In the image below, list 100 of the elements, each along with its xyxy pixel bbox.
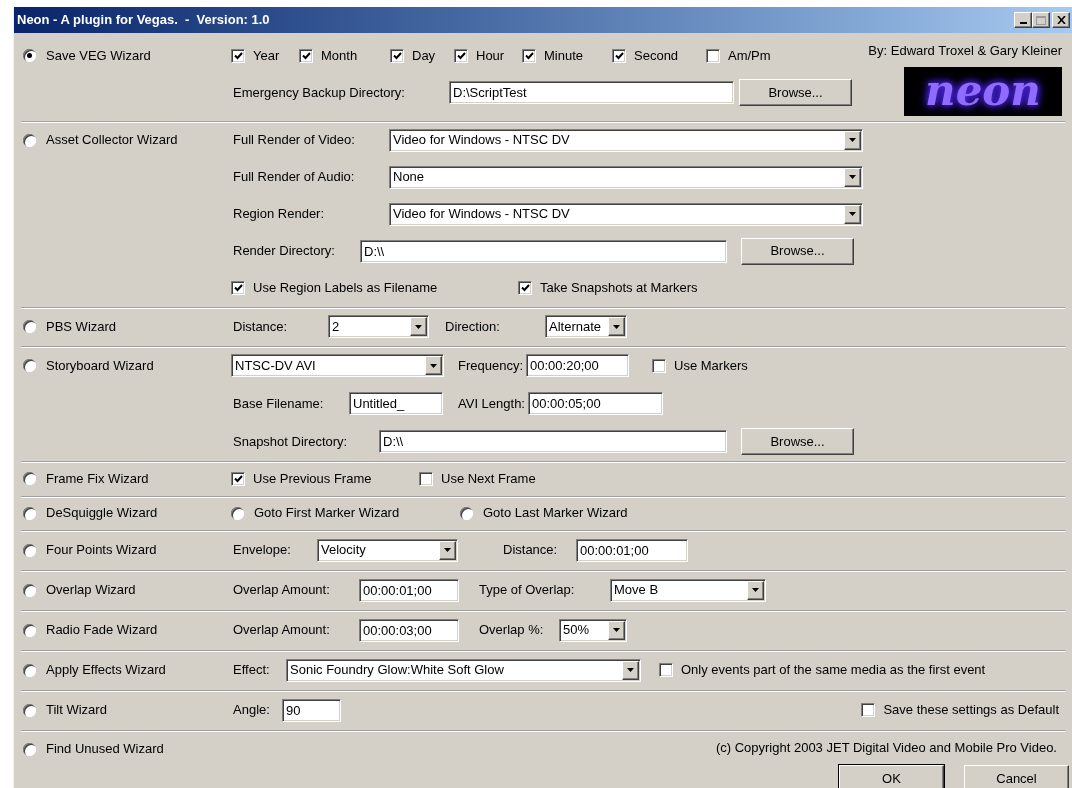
- field-label: Snapshot Directory:: [232, 433, 348, 449]
- cancel-button[interactable]: Cancel: [964, 764, 1069, 788]
- radio-button[interactable]: [460, 506, 473, 520]
- dropdown[interactable]: None: [389, 165, 863, 189]
- radio-button[interactable]: [23, 49, 36, 62]
- checkbox[interactable]: [861, 703, 876, 717]
- checkbox[interactable]: [299, 48, 313, 63]
- minimize-icon: [1019, 22, 1027, 24]
- text-field[interactable]: D:\\: [360, 239, 727, 263]
- checkmark-icon: [233, 474, 243, 483]
- dropdown[interactable]: Move B: [610, 578, 766, 602]
- close-button[interactable]: [1052, 12, 1070, 28]
- radio-button[interactable]: [23, 623, 36, 637]
- dropdown[interactable]: 50%: [559, 618, 627, 642]
- checkmark-icon: [233, 284, 243, 292]
- text-field[interactable]: 00:00:01;00: [359, 578, 459, 602]
- browse-button[interactable]: Browse...: [741, 428, 854, 455]
- text-field[interactable]: D:\\: [379, 430, 727, 453]
- browse-button[interactable]: Browse...: [741, 237, 854, 265]
- dropdown[interactable]: Video for Windows - NTSC DV: [389, 128, 863, 152]
- checkbox[interactable]: [522, 48, 536, 63]
- checkbox[interactable]: [231, 48, 245, 63]
- text-field[interactable]: D:\ScriptTest: [449, 81, 734, 104]
- caret-down-icon: [415, 324, 422, 329]
- browse-button[interactable]: Browse...: [739, 79, 852, 106]
- checkbox-label: Only events part of the same media as the first event: [681, 661, 986, 680]
- close-icon: [1056, 16, 1066, 24]
- caret-down-icon: [849, 175, 856, 179]
- field-label: Emergency Backup Directory:: [232, 84, 405, 100]
- dropdown[interactable]: Velocity: [317, 538, 458, 562]
- caret-down-icon: [752, 588, 759, 592]
- checkbox[interactable]: [659, 663, 673, 677]
- radio-button[interactable]: [23, 133, 36, 147]
- checkbox-label: Use Previous Frame: [253, 469, 372, 488]
- checkmark-icon: [614, 51, 624, 60]
- checkbox[interactable]: [612, 48, 626, 63]
- checkbox-label: Month: [321, 46, 358, 65]
- checkbox-label: Second: [634, 46, 679, 65]
- text-field[interactable]: 00:00:20;00: [526, 354, 630, 377]
- checkbox[interactable]: [390, 48, 404, 63]
- checkbox-label: Use Next Frame: [441, 469, 536, 488]
- field-label: Full Render of Audio:: [232, 169, 355, 185]
- dropdown[interactable]: Alternate: [545, 315, 627, 338]
- checkmark-icon: [524, 51, 534, 60]
- field-label: AVI Length:: [457, 395, 525, 411]
- field-label: Effect:: [232, 662, 270, 678]
- radio-button[interactable]: [23, 472, 36, 485]
- radio-button[interactable]: [23, 583, 36, 597]
- caret-down-icon: [849, 212, 856, 216]
- radio-button[interactable]: [23, 663, 36, 677]
- minimize-button[interactable]: [1014, 12, 1032, 28]
- text-field[interactable]: 00:00:01;00: [576, 538, 688, 562]
- checkbox[interactable]: [231, 471, 245, 486]
- checkmark-icon: [301, 51, 311, 60]
- radio-label: Storyboard Wizard: [46, 356, 154, 375]
- checkbox[interactable]: [231, 281, 245, 295]
- radio-label: Asset Collector Wizard: [46, 131, 178, 150]
- checkbox[interactable]: [652, 358, 667, 373]
- field-label: Distance:: [232, 318, 288, 334]
- checkbox[interactable]: [454, 48, 468, 63]
- caret-down-icon: [613, 628, 620, 632]
- field-label: Overlap %:: [478, 622, 544, 638]
- radio-button[interactable]: [23, 703, 36, 717]
- caret-down-icon: [849, 138, 856, 142]
- radio-label: Four Points Wizard: [46, 541, 157, 560]
- maximize-icon: [1036, 15, 1046, 25]
- ok-button[interactable]: OK: [839, 764, 944, 788]
- radio-button[interactable]: [23, 543, 36, 557]
- dropdown[interactable]: NTSC-DV AVI: [231, 354, 444, 377]
- checkbox-label: Save these settings as Default: [883, 701, 1059, 720]
- dropdown[interactable]: Video for Windows - NTSC DV: [389, 202, 863, 226]
- checkmark-icon: [233, 51, 243, 60]
- radio-button[interactable]: [23, 359, 36, 372]
- checkbox-label: Year: [253, 46, 280, 65]
- caret-down-icon: [613, 324, 620, 329]
- field-label: Frequency:: [457, 357, 524, 373]
- radio-button[interactable]: [23, 506, 36, 520]
- radio-label: Goto First Marker Wizard: [254, 504, 400, 523]
- checkbox[interactable]: [419, 471, 433, 486]
- text-field[interactable]: 90: [282, 698, 341, 722]
- field-label: Direction:: [444, 318, 500, 334]
- field-label: Render Directory:: [232, 243, 335, 259]
- radio-button[interactable]: [23, 742, 36, 756]
- field-label: Region Render:: [232, 206, 325, 222]
- checkbox[interactable]: [518, 281, 532, 295]
- radio-label: Overlap Wizard: [46, 581, 136, 600]
- dropdown[interactable]: Sonic Foundry Glow:White Soft Glow: [286, 658, 641, 682]
- checkbox[interactable]: [706, 48, 720, 63]
- field-label: Overlap Amount:: [232, 582, 330, 598]
- dropdown[interactable]: 2: [328, 315, 429, 338]
- maximize-button[interactable]: [1032, 12, 1050, 28]
- radio-label: Tilt Wizard: [46, 701, 107, 720]
- caret-down-icon: [430, 363, 437, 368]
- radio-button[interactable]: [23, 320, 36, 333]
- credits-text: By: Edward Troxel & Gary Kleiner: [868, 42, 1062, 60]
- radio-button[interactable]: [231, 506, 244, 520]
- text-field[interactable]: Untitled_: [349, 392, 443, 415]
- checkbox-label: Am/Pm: [728, 46, 771, 65]
- text-field[interactable]: 00:00:03;00: [359, 618, 459, 642]
- text-field[interactable]: 00:00:05;00: [528, 392, 663, 415]
